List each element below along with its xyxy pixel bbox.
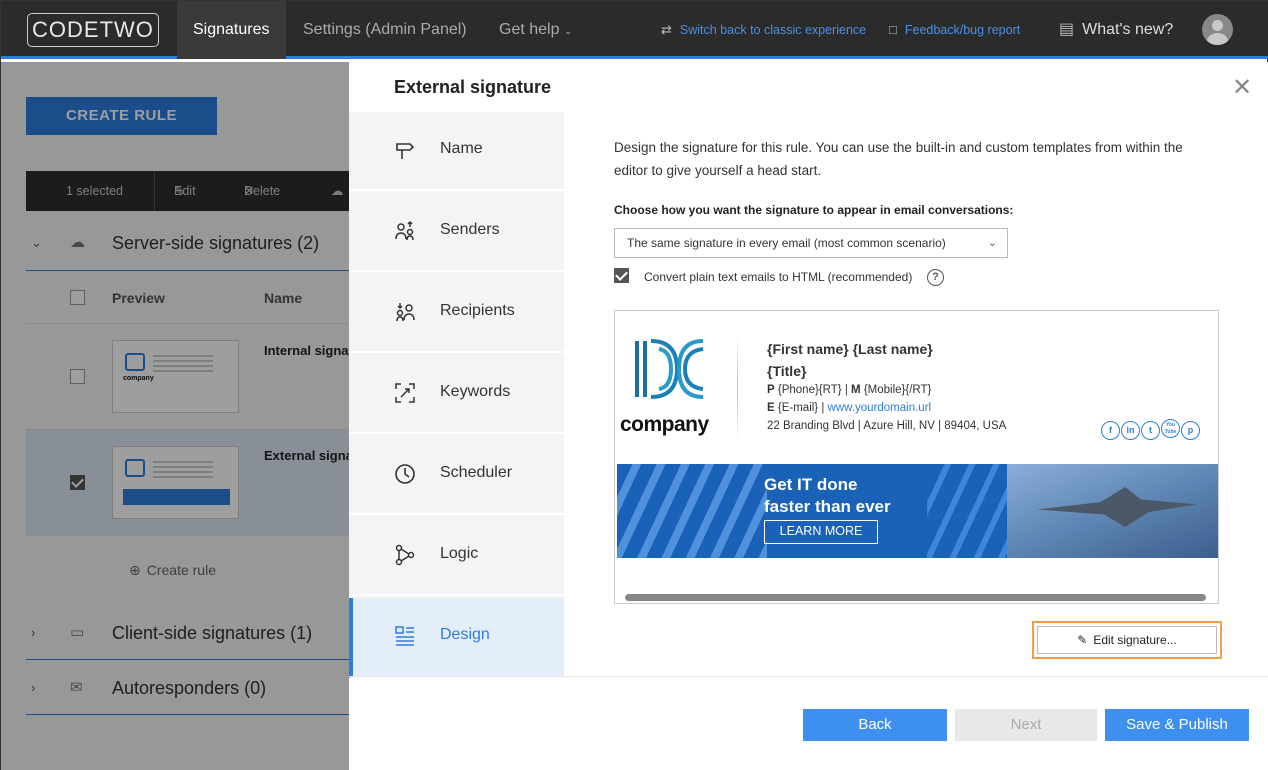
nav-get-help[interactable]: Get help ⌄: [499, 1, 572, 59]
banner-line-1: Get IT done: [764, 475, 858, 494]
clock-icon: [395, 464, 415, 484]
step-label: Keywords: [440, 383, 511, 400]
nav-settings[interactable]: Settings (Admin Panel): [303, 1, 467, 59]
step-recipients[interactable]: Recipients: [349, 274, 564, 353]
step-label: Senders: [440, 221, 500, 238]
nav-get-help-label: Get help: [499, 21, 560, 38]
step-design[interactable]: Design: [349, 598, 564, 678]
youtube-icon[interactable]: You Tube: [1161, 419, 1180, 438]
pinterest-icon[interactable]: p: [1181, 421, 1200, 440]
step-senders[interactable]: Senders: [349, 193, 564, 272]
banner-stripes: [927, 464, 1017, 558]
sig-m: M: [851, 384, 861, 396]
sig-e: E: [767, 402, 775, 414]
sig-url[interactable]: www.yourdomain.url: [828, 402, 932, 414]
feedback-link[interactable]: □ Feedback/bug report: [889, 1, 1020, 59]
recipients-icon: [396, 303, 415, 322]
linkedin-icon[interactable]: in: [1121, 421, 1140, 440]
sig-company: company: [620, 413, 709, 436]
facebook-icon[interactable]: f: [1101, 421, 1120, 440]
conversation-select[interactable]: The same signature in every email (most …: [614, 228, 1008, 258]
logic-icon: [395, 544, 415, 566]
swap-icon: ⇄: [661, 22, 672, 37]
step-label: Logic: [440, 545, 479, 562]
help-icon[interactable]: ?: [927, 269, 944, 286]
sig-address: 22 Branding Blvd | Azure Hill, NV | 8940…: [767, 420, 1007, 432]
banner-headline: Get IT done faster than ever: [764, 474, 891, 518]
step-label: Design: [440, 626, 490, 643]
convert-html-checkbox[interactable]: [614, 268, 629, 283]
design-content: Design the signature for this rule. You …: [614, 136, 1219, 182]
conversation-label: Choose how you want the signature to app…: [614, 203, 1014, 217]
save-publish-button[interactable]: Save & Publish: [1105, 709, 1249, 741]
learn-more-button[interactable]: LEARN MORE: [764, 520, 878, 544]
select-value: The same signature in every email (most …: [627, 236, 946, 250]
news-icon: ▤: [1059, 21, 1075, 38]
banner-stripes: [617, 464, 767, 558]
edit-signature-label: Edit signature...: [1093, 633, 1177, 647]
modal-title: External signature: [394, 77, 552, 97]
step-logic[interactable]: Logic: [349, 517, 564, 596]
horizontal-scrollbar[interactable]: [625, 594, 1206, 601]
sig-email: {E-mail}: [777, 402, 819, 414]
rule-modal: External signature ✕ Name Senders Recipi…: [349, 62, 1268, 770]
step-label: Scheduler: [440, 464, 513, 481]
next-button[interactable]: Next: [955, 709, 1097, 741]
design-description: Design the signature for this rule. You …: [614, 140, 1183, 178]
sig-phone: {Phone}{RT}: [777, 384, 842, 396]
sig-phone-line: P {Phone}{RT} | M {Mobile}{/RT}: [767, 384, 932, 396]
close-icon[interactable]: ✕: [1232, 76, 1252, 100]
modal-backdrop[interactable]: [1, 62, 349, 770]
edit-signature-button[interactable]: ✎ Edit signature...: [1037, 626, 1217, 654]
pencil-icon: ✎: [1077, 633, 1088, 647]
keywords-icon: [395, 383, 415, 403]
twitter-icon[interactable]: t: [1141, 421, 1160, 440]
footer-divider: [349, 676, 1268, 677]
steps-nav: Name Senders Recipients Keywords Schedul…: [349, 112, 564, 678]
sig-mobile: {Mobile}{/RT}: [863, 384, 932, 396]
whats-new-link[interactable]: ▤ What's new?: [1059, 1, 1173, 59]
banner-line-2: faster than ever: [764, 497, 891, 516]
senders-icon: [395, 220, 414, 241]
sig-p: P: [767, 384, 775, 396]
switch-classic-label: Switch back to classic experience: [679, 23, 867, 37]
signpost-icon: [396, 143, 415, 159]
sig-title: {Title}: [767, 363, 807, 379]
edit-signature-highlight: ✎ Edit signature...: [1032, 621, 1222, 659]
step-label: Name: [440, 140, 483, 157]
nav-signatures[interactable]: Signatures: [177, 1, 286, 59]
step-name[interactable]: Name: [349, 112, 564, 191]
social-icons: f in t You Tube p: [1101, 419, 1201, 440]
sig-name: {First name} {Last name}: [767, 341, 933, 357]
design-icon: [395, 626, 414, 646]
avatar[interactable]: [1202, 14, 1233, 45]
signature-banner[interactable]: Get IT done faster than ever LEARN MORE: [617, 464, 1218, 558]
chevron-down-icon: ⌄: [987, 237, 997, 249]
company-logo: [635, 339, 704, 399]
switch-classic-link[interactable]: ⇄ Switch back to classic experience: [661, 1, 866, 59]
sig-email-line: E {E-mail} | www.yourdomain.url: [767, 402, 932, 414]
step-scheduler[interactable]: Scheduler: [349, 436, 564, 515]
sig-divider: [737, 333, 738, 443]
chevron-down-icon: ⌄: [563, 26, 573, 37]
top-bar: CODETWO Signatures Settings (Admin Panel…: [1, 1, 1268, 59]
back-button[interactable]: Back: [803, 709, 947, 741]
feedback-label: Feedback/bug report: [904, 23, 1021, 37]
step-label: Recipients: [440, 302, 515, 319]
step-keywords[interactable]: Keywords: [349, 355, 564, 434]
whats-new-label: What's new?: [1082, 21, 1174, 38]
codetwo-logo[interactable]: CODETWO: [27, 13, 159, 47]
signature-preview: company {First name} {Last name} {Title}…: [614, 310, 1219, 604]
convert-html-label: Convert plain text emails to HTML (recom…: [644, 270, 913, 284]
feedback-icon: □: [889, 22, 897, 37]
